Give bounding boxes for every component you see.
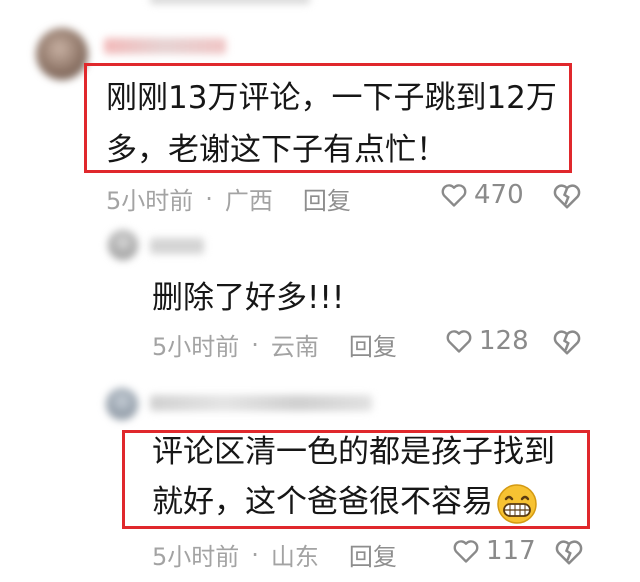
comment-time: 5小时前 — [152, 543, 240, 571]
like-button[interactable]: 128 — [445, 326, 529, 356]
reply-button[interactable]: 回复 — [349, 327, 397, 362]
username[interactable] — [150, 395, 372, 411]
comment-text-line: 就好，这个爸爸很不容易 — [152, 478, 539, 526]
reply-button[interactable]: 回复 — [303, 181, 351, 216]
comment-text-line: 多，老谢这下子有点忙！ — [106, 132, 447, 168]
comment-region: 广西 — [224, 187, 273, 215]
comment-meta: 5小时前 · 山东 回复 — [152, 537, 397, 572]
separator: · — [205, 184, 213, 213]
broken-heart-icon[interactable] — [554, 537, 584, 567]
comment-time: 5小时前 — [152, 333, 240, 361]
avatar[interactable] — [108, 230, 138, 260]
heart-outline-icon — [453, 540, 479, 563]
username[interactable] — [150, 238, 204, 254]
like-count: 128 — [479, 326, 529, 356]
grinning-face-icon — [497, 483, 537, 524]
comment-meta: 5小时前 · 云南 回复 — [152, 327, 397, 362]
like-count: 117 — [486, 536, 536, 566]
comment-time: 5小时前 — [106, 187, 194, 215]
comment-text-line: 删除了好多!!! — [152, 280, 345, 316]
comment-region: 山东 — [270, 543, 319, 571]
separator: · — [251, 330, 259, 359]
broken-heart-icon[interactable] — [552, 181, 582, 211]
avatar[interactable] — [36, 28, 88, 80]
heart-outline-icon — [446, 330, 472, 353]
heart-outline-icon — [441, 184, 467, 207]
reply-button[interactable]: 回复 — [349, 537, 397, 572]
comment-region: 云南 — [270, 333, 319, 361]
username[interactable] — [104, 38, 226, 54]
like-count: 470 — [474, 180, 524, 210]
previous-item-remnant — [150, 0, 310, 4]
comment-text-line: 刚刚13万评论，一下子跳到12万 — [106, 80, 557, 116]
comment-text-segment: 就好，这个爸爸很不容易 — [152, 484, 493, 520]
comment-text-line: 评论区清一色的都是孩子找到 — [152, 434, 555, 470]
comment-meta: 5小时前 · 广西 回复 — [106, 181, 351, 216]
like-button[interactable]: 470 — [440, 180, 524, 210]
broken-heart-icon[interactable] — [552, 327, 582, 357]
avatar[interactable] — [106, 388, 138, 420]
like-button[interactable]: 117 — [452, 536, 536, 566]
separator: · — [251, 540, 259, 569]
